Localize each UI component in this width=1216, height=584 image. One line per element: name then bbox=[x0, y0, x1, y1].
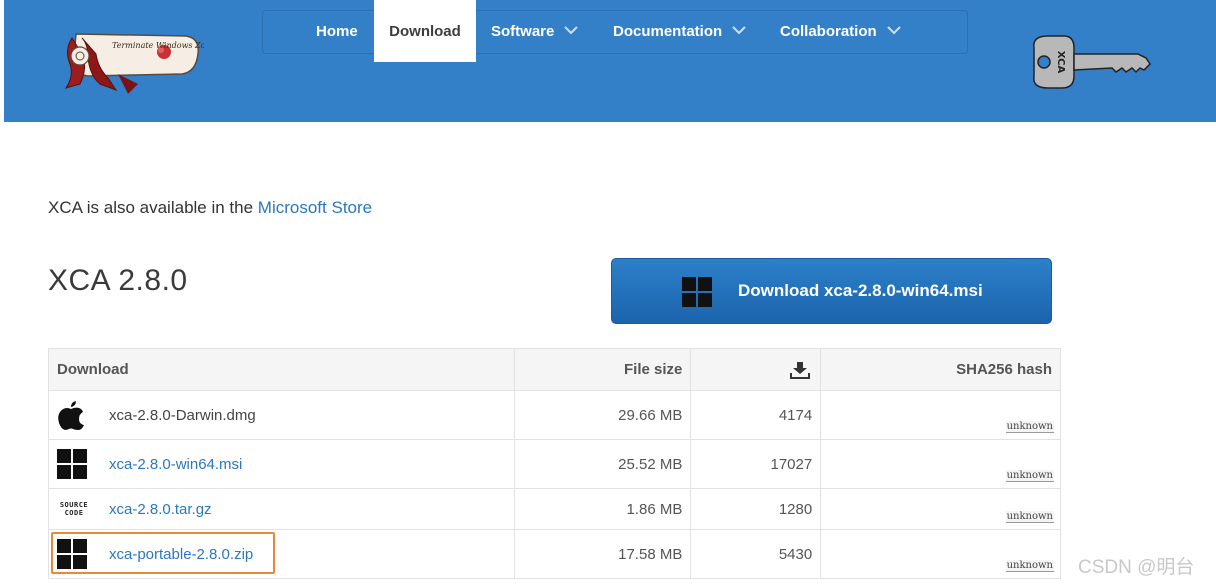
chevron-down-icon bbox=[564, 26, 579, 35]
nav-software[interactable]: Software bbox=[491, 0, 591, 62]
nav-documentation[interactable]: Documentation bbox=[613, 0, 753, 62]
sha256-hash[interactable]: unknown bbox=[1005, 560, 1054, 572]
table-row: xca-portable-2.8.0.zip 17.58 MB 5430 unk… bbox=[48, 529, 1061, 579]
microsoft-store-link[interactable]: Microsoft Store bbox=[258, 198, 372, 217]
nav-download-label: Download bbox=[389, 23, 461, 40]
header-download: Download bbox=[48, 348, 515, 391]
download-count: 1280 bbox=[690, 488, 822, 530]
download-count: 5430 bbox=[690, 529, 822, 579]
header-download-count bbox=[690, 348, 822, 391]
file-link[interactable]: xca-portable-2.8.0.zip bbox=[109, 546, 253, 563]
windows-icon bbox=[682, 277, 712, 307]
nav-home[interactable]: Home bbox=[316, 0, 366, 62]
header-sha256: SHA256 hash bbox=[820, 348, 1061, 391]
nav-collaboration-label: Collaboration bbox=[780, 23, 877, 40]
download-button-label: Download xca-2.8.0-win64.msi bbox=[738, 281, 983, 300]
nav-collaboration[interactable]: Collaboration bbox=[780, 0, 910, 62]
windows-icon bbox=[57, 539, 87, 569]
download-count: 4174 bbox=[690, 390, 822, 440]
sha256-hash[interactable]: unknown bbox=[1005, 470, 1054, 482]
store-notice-text: XCA is also available in the bbox=[48, 198, 258, 217]
download-icon bbox=[790, 361, 811, 379]
table-header-row: Download File size SHA256 hash bbox=[48, 348, 1061, 391]
download-count: 17027 bbox=[690, 439, 822, 489]
header-file-size: File size bbox=[513, 348, 692, 391]
site-logo[interactable]: Terminate Windows Zone bbox=[58, 24, 204, 96]
apple-icon bbox=[58, 401, 84, 430]
store-notice: XCA is also available in the Microsoft S… bbox=[48, 198, 372, 218]
chevron-down-icon bbox=[886, 26, 901, 35]
file-size: 1.86 MB bbox=[513, 488, 692, 530]
windows-icon bbox=[57, 449, 87, 479]
key-text: XCA bbox=[1055, 51, 1066, 74]
table-row: SOURCE CODE xca-2.8.0.tar.gz 1.86 MB 128… bbox=[48, 488, 1061, 530]
version-title: XCA 2.8.0 bbox=[48, 264, 188, 297]
nav-home-label: Home bbox=[316, 23, 358, 40]
file-link[interactable]: xca-2.8.0-win64.msi bbox=[109, 456, 242, 473]
site-header: Terminate Windows Zone XCA bbox=[4, 0, 1216, 122]
logo-text: Terminate Windows Zone bbox=[112, 41, 204, 50]
xca-key-logo: XCA bbox=[1033, 35, 1151, 89]
table-row: xca-2.8.0-win64.msi 25.52 MB 17027 unkno… bbox=[48, 439, 1061, 489]
file-size: 25.52 MB bbox=[513, 439, 692, 489]
nav-download[interactable]: Download bbox=[374, 0, 476, 62]
nav-software-label: Software bbox=[491, 23, 555, 40]
chevron-down-icon bbox=[732, 26, 746, 35]
source-code-icon: SOURCE CODE bbox=[59, 501, 89, 517]
sha256-hash[interactable]: unknown bbox=[1005, 511, 1054, 523]
sha256-hash[interactable]: unknown bbox=[1005, 421, 1054, 433]
file-size: 29.66 MB bbox=[513, 390, 692, 440]
file-name[interactable]: xca-2.8.0-Darwin.dmg bbox=[109, 407, 256, 424]
nav-documentation-label: Documentation bbox=[613, 23, 723, 40]
watermark: CSDN @明台 bbox=[1078, 557, 1195, 578]
file-link[interactable]: xca-2.8.0.tar.gz bbox=[109, 501, 212, 518]
file-size: 17.58 MB bbox=[513, 529, 692, 579]
table-row: xca-2.8.0-Darwin.dmg 29.66 MB 4174 unkno… bbox=[48, 390, 1061, 440]
downloads-table: Download File size SHA256 hash xca-2.8.0… bbox=[48, 348, 1061, 579]
download-msi-button[interactable]: Download xca-2.8.0-win64.msi bbox=[611, 258, 1052, 324]
